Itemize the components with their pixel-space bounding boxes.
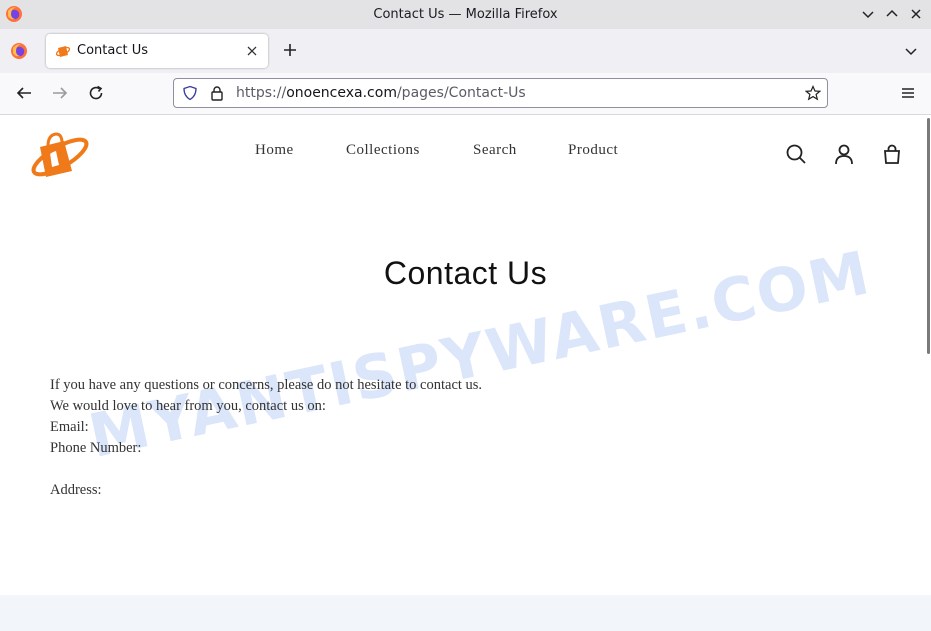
contact-text: If you have any questions or concerns, p… — [50, 375, 482, 501]
close-icon — [911, 9, 921, 19]
url-path: /pages/Contact-Us — [396, 85, 526, 101]
chevron-down-icon — [862, 11, 874, 19]
phone-label: Phone Number: — [50, 440, 142, 456]
nav-product[interactable]: Product — [568, 142, 618, 159]
forward-icon[interactable] — [51, 84, 69, 102]
url-text[interactable]: https://onoencexa.com/pages/Contact-Us — [236, 79, 526, 107]
footer — [0, 595, 931, 631]
reload-icon[interactable] — [87, 84, 105, 102]
close-tab-icon[interactable] — [245, 44, 259, 58]
tab-label: Contact Us — [77, 43, 148, 58]
lock-icon[interactable] — [209, 85, 225, 101]
cart-icon[interactable] — [881, 143, 903, 165]
email-label: Email: — [50, 419, 89, 435]
nav-collections[interactable]: Collections — [346, 142, 420, 159]
bookmark-star-icon[interactable] — [805, 85, 821, 101]
hamburger-menu-icon[interactable] — [900, 85, 916, 101]
nav-home[interactable]: Home — [255, 142, 294, 159]
new-tab-icon[interactable] — [281, 41, 299, 59]
address-label: Address: — [50, 482, 102, 498]
close-window-button[interactable] — [908, 6, 924, 22]
window-titlebar: Contact Us — Mozilla Firefox — [0, 0, 931, 29]
back-icon[interactable] — [15, 84, 33, 102]
window-title: Contact Us — Mozilla Firefox — [373, 7, 558, 22]
web-page: MYANTISPYWARE.COM Home Collections Searc… — [0, 115, 931, 631]
site-logo[interactable] — [26, 127, 92, 179]
tab-bar: Contact Us — [0, 29, 931, 73]
address-bar[interactable]: https://onoencexa.com/pages/Contact-Us — [173, 78, 828, 108]
site-favicon-icon — [55, 46, 71, 57]
nav-search[interactable]: Search — [473, 142, 517, 159]
minimize-button[interactable] — [860, 6, 876, 22]
navigation-toolbar: https://onoencexa.com/pages/Contact-Us — [0, 73, 931, 115]
tab-contact-us[interactable]: Contact Us — [46, 34, 268, 68]
account-icon[interactable] — [833, 143, 855, 165]
page-title: Contact Us — [383, 255, 548, 291]
url-scheme: https:// — [236, 85, 287, 101]
url-host: onoencexa.com — [286, 85, 397, 101]
contact-line: We would love to hear from you, contact … — [50, 398, 326, 414]
tracking-protection-shield-icon[interactable] — [182, 85, 198, 101]
maximize-button[interactable] — [884, 6, 900, 22]
search-icon[interactable] — [785, 143, 807, 165]
chevron-up-icon — [886, 9, 898, 17]
contact-line: If you have any questions or concerns, p… — [50, 377, 483, 393]
list-all-tabs-icon[interactable] — [903, 43, 919, 59]
firefox-view-icon[interactable] — [10, 42, 28, 60]
page-scrollbar[interactable] — [927, 118, 930, 354]
